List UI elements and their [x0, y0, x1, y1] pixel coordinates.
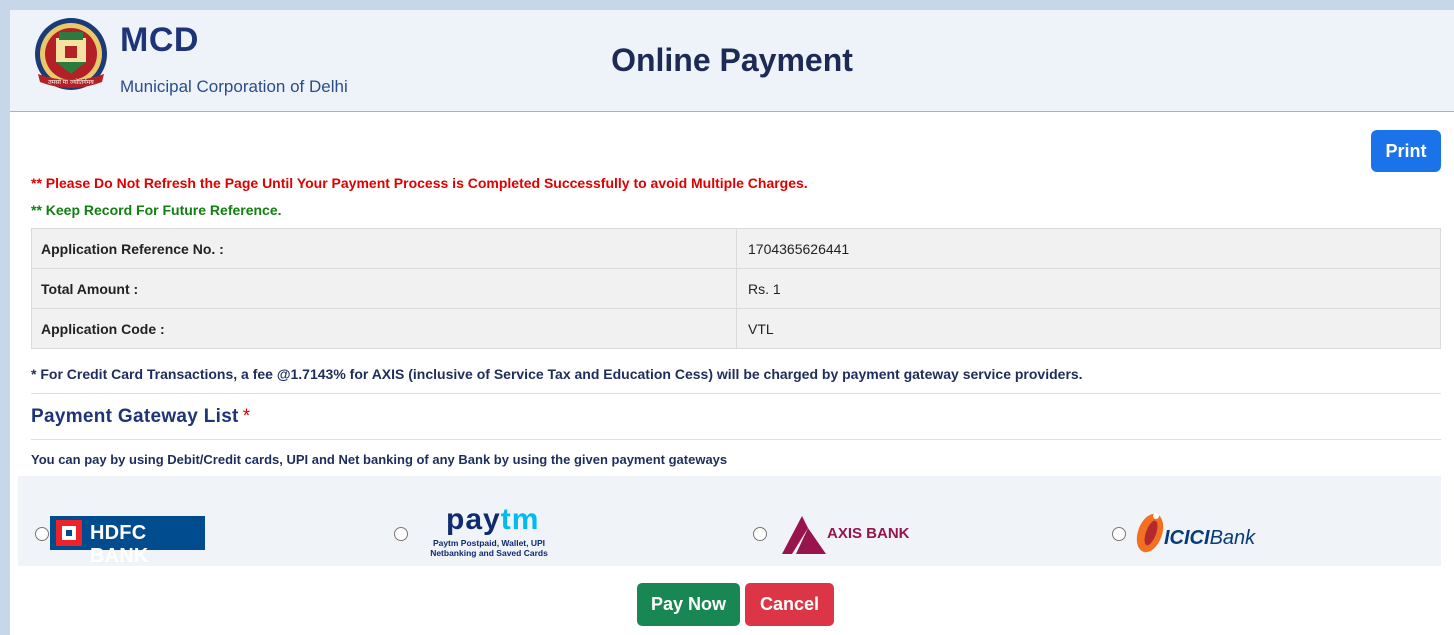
brand-subtitle: Municipal Corporation of Delhi	[120, 77, 348, 96]
paytm-subtitle-line: Netbanking and Saved Cards	[430, 548, 548, 558]
table-row: Total Amount : Rs. 1	[31, 268, 1441, 309]
divider	[31, 393, 1441, 394]
divider	[31, 439, 1441, 440]
paytm-logo[interactable]: paytm	[446, 503, 539, 537]
paytm-subtitle: Paytm Postpaid, Wallet, UPI Netbanking a…	[418, 538, 560, 558]
application-details-table: Application Reference No. : 170436562644…	[31, 228, 1441, 349]
detail-label: Application Reference No. :	[31, 228, 737, 269]
pay-now-button[interactable]: Pay Now	[637, 583, 740, 626]
detail-label: Application Code :	[31, 308, 737, 349]
required-mark: *	[242, 406, 251, 427]
hdfc-label: HDFC BANK	[90, 522, 149, 567]
paytm-logo-tm: tm	[500, 503, 540, 536]
page-title: Online Payment	[611, 42, 853, 78]
detail-value: VTL	[736, 308, 1441, 349]
keep-record-note: ** Keep Record For Future Reference.	[31, 202, 282, 218]
paytm-radio[interactable]	[394, 527, 408, 541]
axis-bank-icon	[782, 516, 826, 554]
site-header: तमसो मा ज्योतिर्गमय MCD Municipal Corpor…	[10, 10, 1454, 112]
svg-text:तमसो मा ज्योतिर्गमय: तमसो मा ज्योतिर्गमय	[48, 78, 94, 86]
gateway-list-title-text: Payment Gateway List	[31, 406, 239, 427]
icici-brand-text: ICICI	[1164, 527, 1210, 549]
icici-bank-label[interactable]: ICICIBank	[1164, 527, 1255, 550]
detail-value: 1704365626441	[736, 228, 1441, 269]
print-button[interactable]: Print	[1371, 130, 1441, 172]
gateway-options: HDFC BANK paytm Paytm Postpaid, Wallet, …	[18, 476, 1441, 567]
icici-bank-icon	[1136, 513, 1164, 553]
paytm-logo-pay: pay	[446, 503, 501, 536]
table-row: Application Reference No. : 170436562644…	[31, 228, 1441, 269]
table-row: Application Code : VTL	[31, 308, 1441, 349]
refresh-warning: ** Please Do Not Refresh the Page Until …	[31, 175, 808, 191]
credit-card-fee-note: * For Credit Card Transactions, a fee @1…	[31, 366, 1083, 382]
hdfc-square-icon	[56, 520, 82, 546]
icici-radio[interactable]	[1112, 527, 1126, 541]
gateway-description: You can pay by using Debit/Credit cards,…	[31, 452, 728, 467]
hdfc-bank-logo[interactable]: HDFC BANK	[50, 516, 205, 567]
icici-bank-text: Bank	[1209, 527, 1256, 549]
gateway-list-title: Payment Gateway List *	[31, 406, 250, 428]
cancel-button[interactable]: Cancel	[745, 583, 834, 626]
detail-value: Rs. 1	[736, 268, 1441, 309]
detail-label: Total Amount :	[31, 268, 737, 309]
axis-bank-label[interactable]: AXIS BANK	[827, 525, 910, 542]
paytm-subtitle-line: Paytm Postpaid, Wallet, UPI	[432, 538, 546, 548]
axis-radio[interactable]	[753, 527, 767, 541]
hdfc-radio[interactable]	[35, 527, 49, 541]
